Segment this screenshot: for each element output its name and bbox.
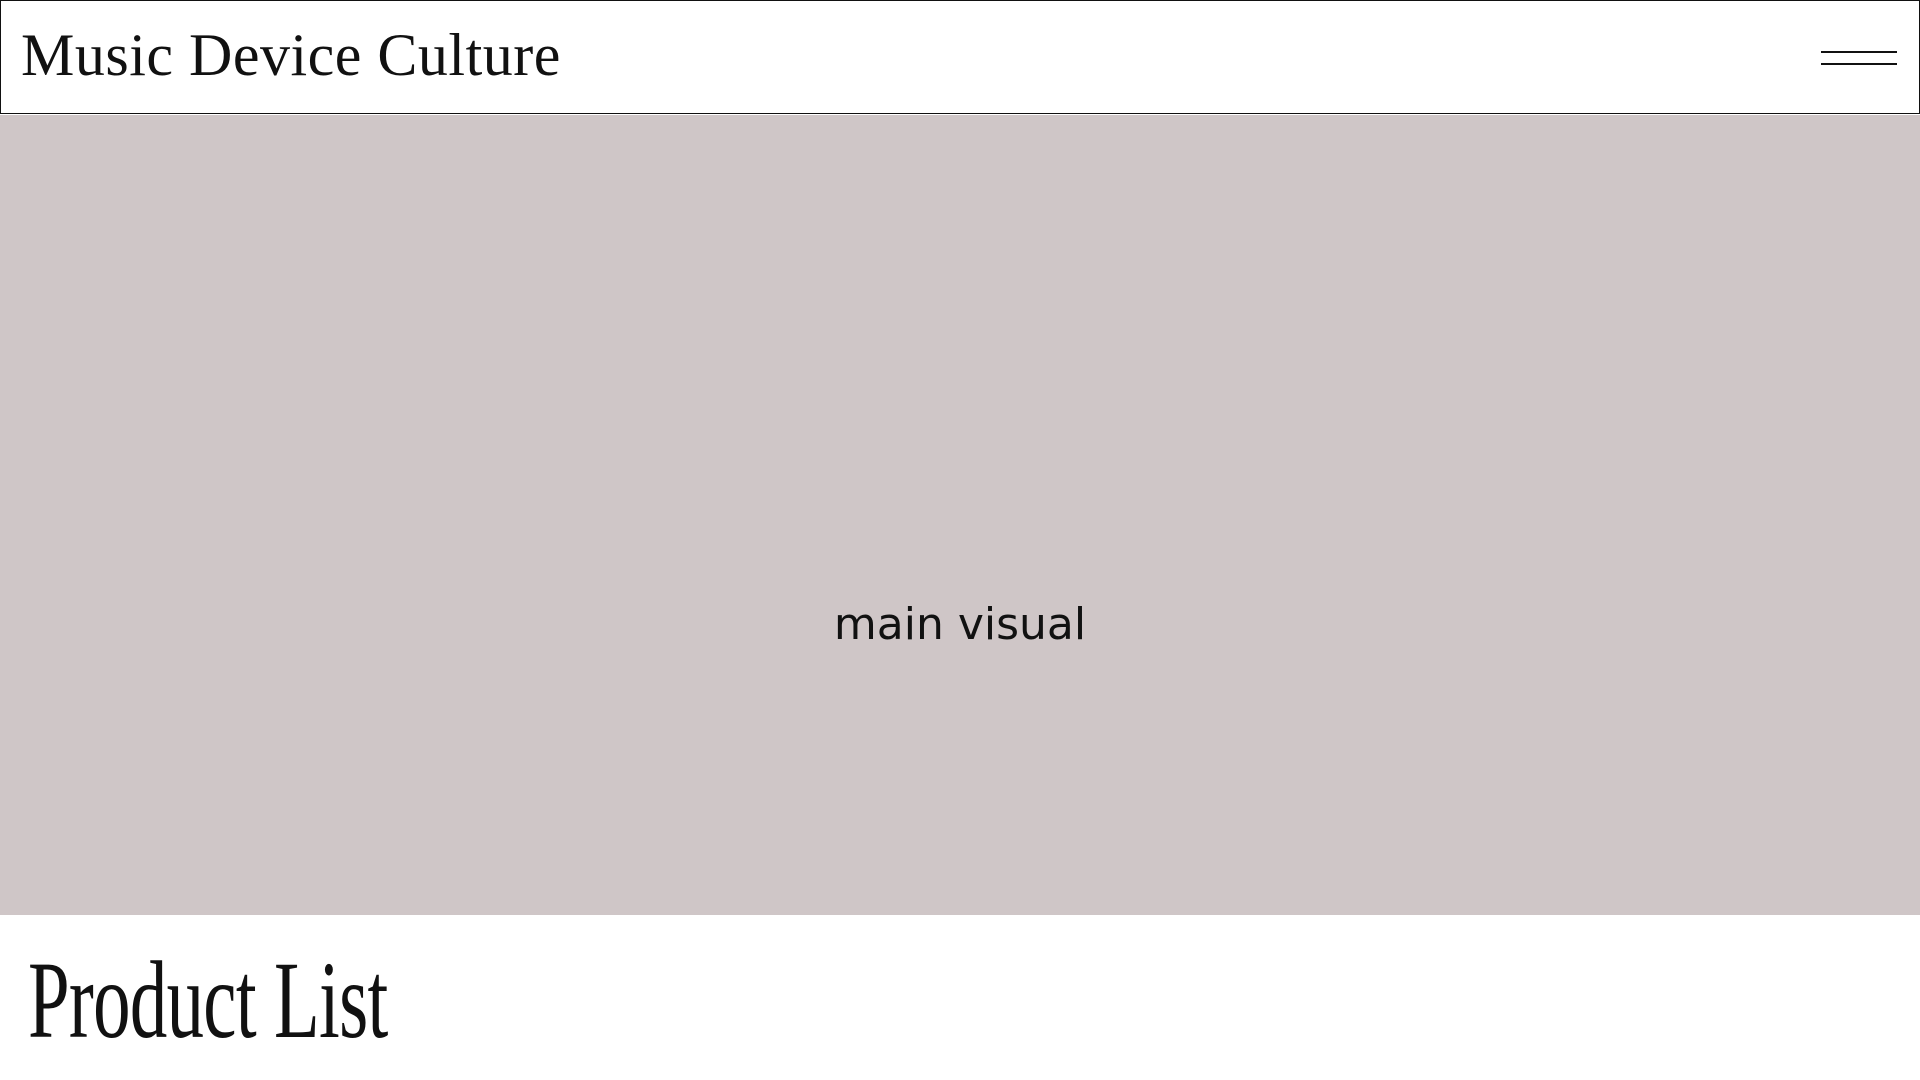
site-header: Music Device Culture (0, 0, 1920, 114)
site-title[interactable]: Music Device Culture (21, 25, 561, 85)
hamburger-menu-icon-line-bottom (1821, 63, 1897, 65)
hamburger-menu-icon-line-top (1821, 51, 1897, 53)
product-list-heading: Product List (28, 939, 388, 1061)
main-visual-label: main visual (833, 599, 1087, 650)
menu-button[interactable] (1821, 49, 1897, 67)
main-visual: main visual (0, 115, 1920, 915)
